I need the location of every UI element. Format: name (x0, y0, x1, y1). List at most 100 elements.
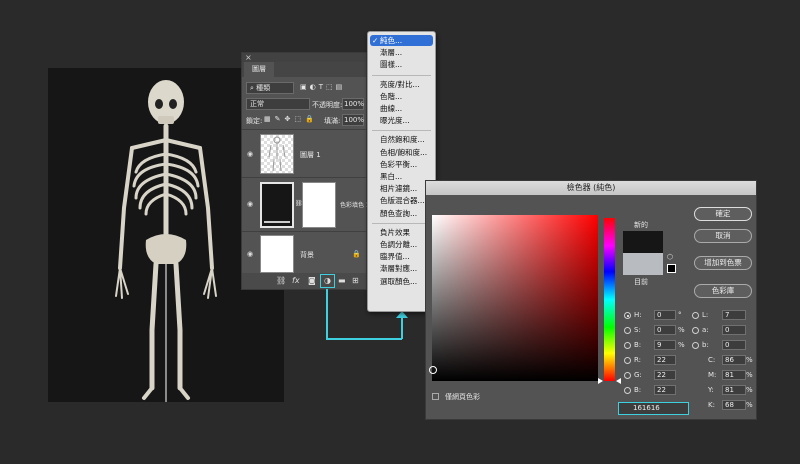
skeleton-thumbnail-icon (268, 136, 286, 172)
tab-layers[interactable]: 圖層 (244, 62, 274, 77)
mask-icon[interactable]: ◙ (308, 276, 316, 285)
add-to-swatches-button[interactable]: 增加到色票 (694, 256, 752, 270)
radio-button[interactable] (692, 342, 699, 349)
new-layer-icon[interactable]: ⊞ (352, 276, 359, 285)
menu-item-label: 負片效果 (380, 227, 410, 237)
color-picker-dialog: 檢色器 (純色) 新的 目前 ⬡ 確定 取消 增加到色票 色彩庫 H: 0 ° S: 0… (425, 180, 757, 420)
radio-button[interactable] (692, 312, 699, 319)
hue-slider[interactable] (604, 218, 615, 381)
radio-button[interactable] (624, 387, 631, 394)
unit-label: % (746, 371, 753, 379)
filter-icons[interactable]: ▣◐T⬚▤ (300, 83, 345, 91)
menu-item[interactable]: 漸層... (380, 47, 402, 58)
radio-button[interactable] (624, 372, 631, 379)
menu-item-label: 色階... (380, 91, 403, 101)
layers-bottom-toolbar: ⛓ fx ◙ ◑ ▬ ⊞ (242, 273, 366, 289)
menu-item[interactable]: 臨界值... (380, 251, 410, 262)
menu-item-label: 圖樣... (380, 60, 403, 70)
radio-button[interactable] (692, 327, 699, 334)
menu-item[interactable]: 亮度/對比... (380, 79, 420, 90)
menu-item[interactable]: 漸層對應... (380, 263, 417, 274)
eye-icon[interactable]: ◉ (247, 250, 253, 258)
value-field[interactable]: 81 (722, 370, 746, 380)
field-label: B: (634, 341, 642, 349)
menu-item[interactable]: 色相/飽和度... (380, 147, 427, 158)
menu-item[interactable]: 負片效果 (380, 227, 410, 238)
menu-item[interactable]: 色階... (380, 91, 402, 102)
blend-mode-select[interactable]: 正常 (246, 98, 310, 110)
layer-name: 背景 (300, 251, 314, 259)
adjustment-icon[interactable]: ◑ (320, 274, 335, 288)
layer-row-color-fill[interactable]: ◉ ⛓ 色彩填色 1 (242, 177, 370, 231)
menu-item[interactable]: 顏色查詢... (380, 208, 417, 219)
menu-item[interactable]: 圖樣... (380, 59, 402, 70)
color-cursor[interactable] (429, 366, 437, 374)
radio-button[interactable] (624, 312, 631, 319)
radio-button[interactable] (624, 342, 631, 349)
close-icon[interactable]: × (245, 53, 252, 62)
radio-button[interactable] (624, 327, 631, 334)
web-only-checkbox[interactable] (432, 393, 439, 400)
menu-item-label: 色版混合器... (380, 196, 425, 206)
cancel-button[interactable]: 取消 (694, 229, 752, 243)
value-field[interactable]: 86 (722, 355, 746, 365)
menu-item[interactable]: 選取顏色... (380, 276, 417, 287)
layer-row-layer1[interactable]: ◉ 圖層 1 (242, 129, 366, 177)
color-libraries-button[interactable]: 色彩庫 (694, 284, 752, 298)
value-field[interactable]: 0 (722, 340, 746, 350)
link-icon[interactable]: ⛓ (276, 276, 286, 285)
menu-item[interactable]: 黑白... (380, 171, 402, 182)
value-field[interactable]: 9 (654, 340, 676, 350)
ok-button[interactable]: 確定 (694, 207, 752, 221)
layer-mask-thumbnail[interactable] (302, 182, 336, 228)
lock-icons[interactable]: ▦✎✥⬚🔒 (264, 115, 318, 123)
fill-color-thumbnail[interactable] (260, 182, 294, 228)
menu-item[interactable]: 色調分離... (380, 239, 417, 250)
field-label: B: (634, 386, 642, 394)
unit-label: % (678, 341, 685, 349)
folder-icon[interactable]: ▬ (338, 276, 346, 285)
fill-label: 填滿: (324, 117, 341, 125)
menu-item[interactable]: 色版混合器... (380, 195, 425, 206)
saturation-brightness-field[interactable] (429, 215, 598, 381)
menu-item[interactable]: 自然飽和度... (380, 134, 425, 145)
value-field[interactable]: 7 (722, 310, 746, 320)
hex-input[interactable]: 161616 (618, 402, 689, 415)
value-field[interactable]: 0 (654, 310, 676, 320)
menu-item[interactable]: 相片濾鏡... (380, 183, 417, 194)
eye-icon[interactable]: ◉ (247, 200, 253, 208)
menu-item[interactable]: 色彩平衡... (380, 159, 417, 170)
value-field[interactable]: 68 (722, 400, 746, 410)
hue-slider-left-handle[interactable] (598, 378, 603, 384)
opacity-field[interactable]: 100% (342, 98, 364, 110)
current-color-swatch[interactable] (623, 253, 663, 275)
kind-filter-select[interactable]: ⌕ 種類 (246, 82, 294, 94)
layer-name: 色彩填色 1 (340, 202, 370, 209)
menu-item[interactable]: ✓ 純色... (370, 35, 433, 46)
hue-slider-right-handle[interactable] (616, 378, 621, 384)
menu-item-label: 色彩平衡... (380, 159, 418, 169)
panel-topbar (242, 53, 366, 62)
value-field[interactable]: 0 (654, 325, 676, 335)
value-field[interactable]: 22 (654, 370, 676, 380)
field-label: G: (634, 371, 642, 379)
field-label: K: (708, 401, 715, 409)
kind-filter-label: 種類 (256, 84, 271, 92)
radio-button[interactable] (624, 357, 631, 364)
web-safe-swatch[interactable] (667, 264, 676, 273)
field-label: L: (702, 311, 709, 319)
value-field[interactable]: 22 (654, 355, 676, 365)
layer-row-background[interactable]: ◉ 背景 🔒 (242, 231, 366, 275)
fill-field[interactable]: 100% (342, 114, 364, 126)
value-field[interactable]: 81 (722, 385, 746, 395)
menu-item[interactable]: 曝光度... (380, 115, 410, 126)
fx-icon[interactable]: fx (292, 276, 300, 285)
value-field[interactable]: 22 (654, 385, 676, 395)
cube-icon[interactable]: ⬡ (667, 253, 673, 261)
value-field[interactable]: 0 (722, 325, 746, 335)
eye-icon[interactable]: ◉ (247, 150, 253, 158)
layer-name: 圖層 1 (300, 151, 321, 159)
menu-item[interactable]: 曲線... (380, 103, 402, 114)
menu-item-label: 純色... (380, 36, 403, 45)
field-label: H: (634, 311, 642, 319)
